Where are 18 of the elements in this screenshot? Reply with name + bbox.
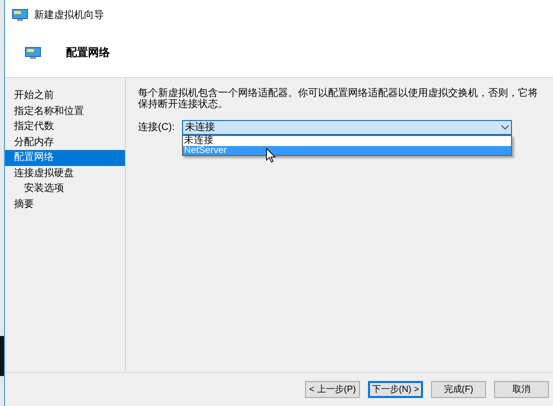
sidebar-item[interactable]: 指定名称和位置 <box>5 104 125 119</box>
sidebar-item[interactable]: 连接虚拟硬盘 <box>5 166 125 181</box>
wizard-button[interactable]: < 上一步(P) <box>305 381 360 398</box>
connection-label: 连接(C): <box>138 120 176 135</box>
sidebar-item[interactable]: 指定代数 <box>5 119 125 134</box>
description-text: 每个新虚拟机包含一个网络适配器。你可以配置网络适配器以使用虚拟交换机，否则，它将保持断开连接状态。 <box>138 88 539 110</box>
sidebar-item[interactable]: 安装选项 <box>5 181 125 196</box>
sidebar-item[interactable]: 开始之前 <box>5 88 125 104</box>
window-title: 新建虚拟机向导 <box>34 8 104 22</box>
wizard-button[interactable]: 下一步(N) > <box>368 381 423 398</box>
page-title: 配置网络 <box>66 46 110 62</box>
connection-dropdown[interactable]: 未连接 <box>182 120 512 135</box>
dropdown-option[interactable]: 未连接 <box>183 136 511 146</box>
sidebar-item[interactable]: 配置网络 <box>5 150 125 166</box>
sidebar-item[interactable]: 摘要 <box>5 196 125 212</box>
wizard-button[interactable]: 取消 <box>494 381 549 398</box>
sidebar-item[interactable]: 分配内存 <box>5 134 125 150</box>
wizard-button[interactable]: 完成(F) <box>431 381 486 398</box>
